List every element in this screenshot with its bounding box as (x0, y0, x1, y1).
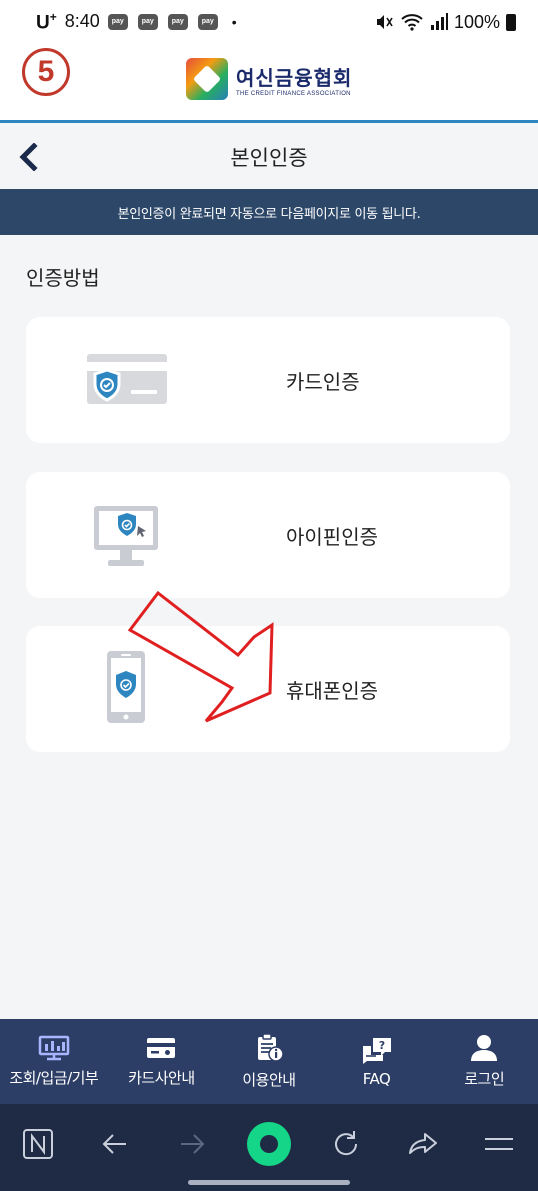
browser-share-button[interactable] (397, 1118, 449, 1170)
nav-label: FAQ (362, 1069, 391, 1088)
battery-icon (506, 13, 516, 31)
monitor-shield-icon (94, 506, 158, 566)
bottom-nav: 조회/입금/기부 카드사안내 이용안내 ? FAQ 로그인 (0, 1019, 538, 1104)
browser-home-n-button[interactable] (12, 1118, 64, 1170)
nav-card-company-guide[interactable]: 카드사안내 (108, 1019, 216, 1104)
nav-login[interactable]: 로그인 (430, 1019, 538, 1104)
mobile-auth-button[interactable]: 휴대폰인증 (26, 626, 510, 752)
nav-label: 이용안내 (242, 1071, 296, 1089)
presentation-icon (38, 1035, 70, 1061)
ipin-auth-button[interactable]: 아이핀인증 (26, 472, 510, 598)
card-auth-label: 카드인증 (286, 369, 360, 394)
mobile-auth-label: 휴대폰인증 (286, 678, 378, 703)
forward-arrow-icon (181, 1134, 205, 1154)
home-indicator[interactable] (188, 1180, 350, 1185)
n-home-icon (23, 1129, 54, 1159)
nav-label: 조회/입금/기부 (9, 1069, 99, 1087)
mute-icon (376, 15, 393, 29)
browser-back-button[interactable] (89, 1118, 141, 1170)
logo-korean-text: 여신금융협회 (236, 65, 353, 90)
logo-mark-icon (186, 58, 228, 100)
browser-menu-button[interactable] (473, 1118, 525, 1170)
home-circle-icon (246, 1122, 291, 1166)
nav-faq[interactable]: ? FAQ (323, 1019, 431, 1104)
nav-usage-guide[interactable]: 이용안내 (215, 1019, 323, 1104)
nav-inquiry-deposit-donation[interactable]: 조회/입금/기부 (0, 1019, 108, 1104)
association-logo[interactable]: 여신금융협회 THE CREDIT FINANCE ASSOCIATION (186, 58, 352, 100)
nav-label: 로그인 (464, 1070, 505, 1088)
logo-english-text: THE CREDIT FINANCE ASSOCIATION (236, 90, 351, 97)
browser-forward-button[interactable] (166, 1118, 218, 1170)
brand-header: 5 여신금융협회 THE CREDIT FINANCE ASSOCIATION (0, 44, 538, 123)
back-arrow-icon (102, 1134, 127, 1154)
pay-icon: pay (197, 13, 218, 30)
pay-icon: pay (167, 13, 188, 30)
browser-toolbar (0, 1104, 538, 1191)
nav-label: 카드사안내 (128, 1069, 195, 1087)
page-title: 본인인증 (230, 146, 308, 170)
browser-green-home-button[interactable] (243, 1118, 295, 1170)
signal-icon (430, 13, 448, 30)
title-bar: 본인인증 (0, 125, 538, 189)
menu-icon (485, 1138, 514, 1150)
mobile-shield-icon (107, 651, 145, 723)
notice-banner: 본인인증이 완료되면 자동으로 다음페이지로 이동 됩니다. (0, 189, 538, 235)
svg-text:?: ? (378, 1039, 384, 1052)
ipin-auth-label: 아이핀인증 (286, 524, 378, 549)
credit-card-shield-icon (87, 354, 167, 404)
clipboard-info-icon (257, 1033, 284, 1062)
wifi-icon (401, 14, 423, 31)
step-marker: 5 (22, 48, 70, 96)
card-icon (147, 1038, 176, 1058)
status-time: 8:40 (64, 11, 100, 32)
share-icon (408, 1133, 437, 1154)
status-bar: U+ 8:40 pay pay pay pay • 100% (0, 0, 538, 44)
chevron-left-icon (19, 143, 38, 171)
header-divider (0, 120, 538, 123)
card-auth-button[interactable]: 카드인증 (26, 317, 510, 443)
notification-dot: • (231, 13, 237, 30)
section-label: 인증방법 (26, 266, 100, 290)
back-button[interactable] (8, 137, 48, 177)
pay-icon: pay (107, 13, 128, 30)
faq-icon: ? (362, 1037, 391, 1064)
pay-icon: pay (137, 13, 158, 30)
refresh-icon (334, 1131, 357, 1156)
person-icon (471, 1035, 498, 1061)
browser-refresh-button[interactable] (320, 1118, 372, 1170)
carrier-label: U+ (36, 9, 57, 34)
battery-percent: 100% (453, 11, 500, 32)
